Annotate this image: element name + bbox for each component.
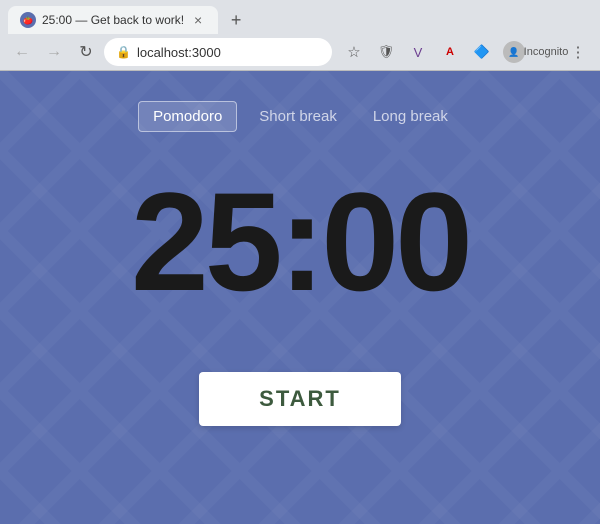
start-button[interactable]: START [199,372,401,426]
extension-icon-1[interactable]: 🛡 [372,38,400,66]
bookmark-button[interactable]: ☆ [340,38,368,66]
mode-tabs: Pomodoro Short break Long break [138,101,462,132]
wallet-icon: 🔷 [474,44,490,60]
new-tab-button[interactable]: + [222,6,250,34]
mode-tab-long-break[interactable]: Long break [359,102,462,131]
reload-button[interactable]: ↻ [72,38,100,66]
adblocker-icon: A [446,46,454,58]
extension-icon-2[interactable]: V [404,38,432,66]
url-text: localhost:3000 [137,45,221,60]
forward-icon: → [46,43,62,61]
bookmark-icon: ☆ [347,43,360,61]
lock-icon: 🔒 [116,45,131,59]
incognito-label: Incognito [532,38,560,66]
profile-icon: 👤 [503,41,525,63]
reload-icon: ↻ [79,42,92,62]
nav-bar: ← → ↻ 🔒 localhost:3000 ☆ 🛡 V A [0,34,600,70]
mode-tab-pomodoro[interactable]: Pomodoro [138,101,237,132]
back-icon: ← [14,43,30,61]
app-container: Pomodoro Short break Long break 25:00 ST… [0,71,600,524]
back-button[interactable]: ← [8,38,36,66]
profile-label: 👤 [508,47,519,58]
shield-icon: 🛡 [378,44,395,60]
tab-close-button[interactable]: × [190,12,206,28]
address-bar[interactable]: 🔒 localhost:3000 [104,38,332,66]
extension-icon-3[interactable]: A [436,38,464,66]
menu-icon: ⋮ [571,43,586,61]
tab-title: 25:00 — Get back to work! [42,13,184,27]
active-tab[interactable]: 🍅 25:00 — Get back to work! × [8,6,218,34]
menu-button[interactable]: ⋮ [564,38,592,66]
browser-chrome: 🍅 25:00 — Get back to work! × + ← → ↻ 🔒 … [0,0,600,71]
tab-favicon: 🍅 [20,12,36,28]
nav-icons: ☆ 🛡 V A 🔷 👤 Incognito ⋮ [340,38,592,66]
vpn-icon: V [414,45,423,60]
timer-display: 25:00 [131,172,469,312]
tab-bar: 🍅 25:00 — Get back to work! × + [0,0,600,34]
extension-icon-4[interactable]: 🔷 [468,38,496,66]
mode-tab-short-break[interactable]: Short break [245,102,351,131]
forward-button[interactable]: → [40,38,68,66]
